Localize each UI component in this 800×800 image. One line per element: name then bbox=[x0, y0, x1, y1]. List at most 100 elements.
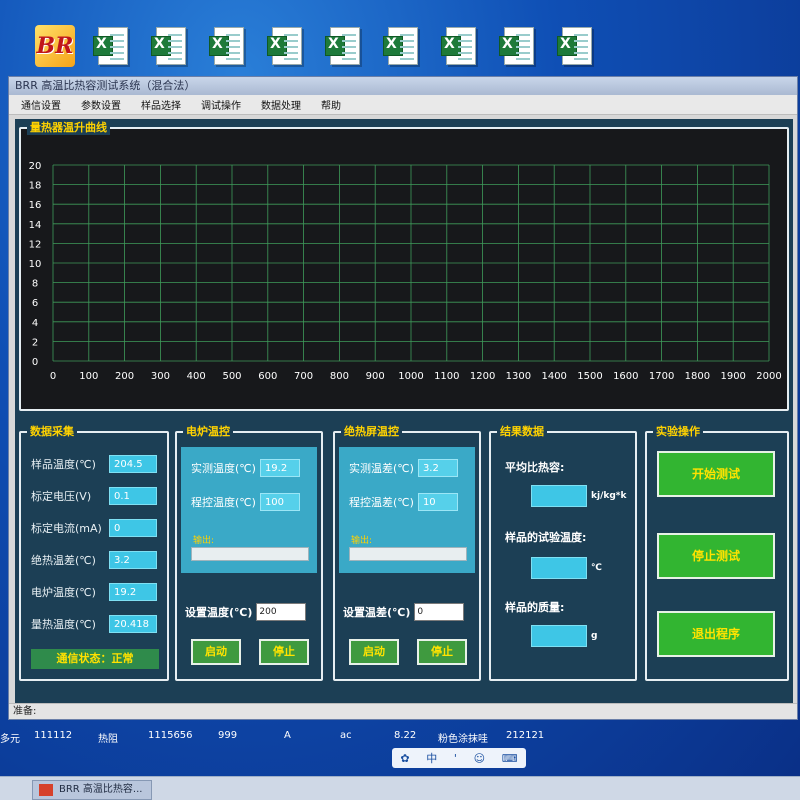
menu-sample-select[interactable]: 样品选择 bbox=[141, 97, 181, 112]
shield-output-label: 输出: bbox=[351, 536, 373, 546]
desk-cell: 111112 bbox=[34, 730, 73, 741]
shield-stop-button[interactable]: 停止 bbox=[417, 639, 467, 665]
brr-logo-icon: BR bbox=[35, 25, 75, 67]
data-value: 3.2 bbox=[109, 551, 157, 569]
ime-chinese-mode[interactable]: 中 bbox=[426, 750, 437, 766]
chart-y-tick-label: 20 bbox=[29, 161, 42, 172]
furnace-start-button[interactable]: 启动 bbox=[191, 639, 241, 665]
avg-specific-heat-unit: kj/kg*k bbox=[591, 491, 627, 501]
furnace-readout: 实测温度(℃) 19.2 程控温度(℃) 100 输出: bbox=[181, 447, 317, 573]
comm-status-badge: 通信状态：正常 bbox=[31, 649, 159, 669]
stop-test-button[interactable]: 停止测试 bbox=[657, 533, 775, 579]
furnace-panel-title: 电炉温控 bbox=[183, 425, 233, 439]
chart-x-tick-label: 1200 bbox=[470, 371, 495, 382]
menu-help[interactable]: 帮助 bbox=[321, 97, 341, 112]
data-row-cal-voltage: 标定电压(V) 0.1 bbox=[31, 487, 157, 505]
data-value: 0 bbox=[109, 519, 157, 537]
start-test-button[interactable]: 开始测试 bbox=[657, 451, 775, 497]
desktop-icon-excel-6[interactable] bbox=[374, 22, 432, 70]
desktop-icon-excel-5[interactable] bbox=[316, 22, 374, 70]
chart-x-tick-label: 1700 bbox=[649, 371, 674, 382]
data-row-cal-current: 标定电流(mA) 0 bbox=[31, 519, 157, 537]
chart-x-tick-label: 1300 bbox=[506, 371, 531, 382]
chart-x-tick-label: 400 bbox=[187, 371, 206, 382]
data-acquisition-panel: 数据采集 样品温度(℃) 204.5 标定电压(V) 0.1 标定电流(mA) … bbox=[19, 425, 169, 681]
desk-cell: ac bbox=[340, 730, 352, 741]
ime-punct-mode[interactable]: ' bbox=[454, 752, 457, 765]
desk-cell: 212121 bbox=[506, 730, 545, 741]
app-window: BRR 高温比热容测试系统（混合法） 通信设置 参数设置 样品选择 调试操作 数… bbox=[8, 76, 798, 720]
avg-specific-heat-value bbox=[531, 485, 587, 507]
shield-start-button[interactable]: 启动 bbox=[349, 639, 399, 665]
desktop: BR BRR 高温比热容测试系统（混合法） 通信设置 参数设置 样品选择 调试操… bbox=[0, 0, 800, 800]
furnace-output-label: 输出: bbox=[193, 536, 215, 546]
shield-measured-value: 3.2 bbox=[417, 459, 458, 477]
data-row-sample-temp: 样品温度(℃) 204.5 bbox=[31, 455, 157, 473]
chart-y-tick-label: 18 bbox=[29, 181, 42, 192]
chart-x-tick-label: 700 bbox=[294, 371, 313, 382]
shield-measured-row: 实测温差(℃) 3.2 bbox=[349, 459, 458, 477]
chart-y-tick-label: 16 bbox=[29, 200, 42, 211]
chart-x-tick-label: 200 bbox=[115, 371, 134, 382]
desktop-icon-brr[interactable]: BR bbox=[26, 22, 84, 70]
furnace-control-panel: 电炉温控 实测温度(℃) 19.2 程控温度(℃) 100 输出: 设置温度(℃… bbox=[175, 425, 323, 681]
data-value: 204.5 bbox=[109, 455, 157, 473]
taskbar: BRR 高温比热容... bbox=[0, 776, 800, 800]
desktop-icon-excel-8[interactable] bbox=[490, 22, 548, 70]
data-panel-title: 数据采集 bbox=[27, 425, 77, 439]
furnace-measured-label: 实测温度(℃) bbox=[191, 462, 256, 475]
menu-comm-settings[interactable]: 通信设置 bbox=[21, 97, 61, 112]
shield-panel-title: 绝热屏温控 bbox=[341, 425, 402, 439]
ime-keyboard-icon[interactable]: ⌨ bbox=[502, 752, 518, 765]
desktop-icon-excel-9[interactable] bbox=[548, 22, 606, 70]
chart-x-tick-label: 1900 bbox=[720, 371, 745, 382]
desktop-icon-excel-3[interactable] bbox=[200, 22, 258, 70]
chart-panel: 量热器温升曲线 0 100 200 300 400 500 600 700 800 900 1000… bbox=[19, 121, 789, 411]
data-label: 标定电压(V) bbox=[31, 490, 92, 503]
chart-y-tick-label: 8 bbox=[32, 279, 38, 290]
ime-emoji-icon[interactable]: ☺ bbox=[474, 752, 485, 765]
furnace-set-input[interactable]: 200 bbox=[256, 603, 307, 621]
data-label: 量热温度(℃) bbox=[31, 618, 96, 631]
desk-cell: 8.22 bbox=[394, 730, 417, 741]
test-temp-label: 样品的试验温度: bbox=[505, 531, 587, 544]
chart-x-tick-label: 0 bbox=[50, 371, 56, 382]
exit-program-button[interactable]: 退出程序 bbox=[657, 611, 775, 657]
taskbar-app-button[interactable]: BRR 高温比热容... bbox=[32, 780, 152, 800]
desktop-icon-excel-7[interactable] bbox=[432, 22, 490, 70]
data-row-furnace-temp: 电炉温度(℃) 19.2 bbox=[31, 583, 157, 601]
desk-cell: 多元 bbox=[0, 734, 20, 745]
shield-readout: 实测温差(℃) 3.2 程控温差(℃) 10 输出: bbox=[339, 447, 475, 573]
furnace-set-row: 设置温度(℃) 200 bbox=[185, 603, 307, 621]
desk-cell: 粉色涂抹哇 bbox=[438, 734, 488, 745]
shield-program-value: 10 bbox=[417, 493, 458, 511]
window-title: BRR 高温比热容测试系统（混合法） bbox=[9, 77, 797, 95]
operations-panel: 实验操作 开始测试 停止测试 退出程序 bbox=[645, 425, 789, 681]
shield-set-input[interactable]: 0 bbox=[414, 603, 465, 621]
ops-panel-title: 实验操作 bbox=[653, 425, 703, 439]
chart-y-tick-label: 6 bbox=[32, 298, 38, 309]
ime-toolbar[interactable]: ✿ 中 ' ☺ ⌨ bbox=[392, 748, 526, 768]
data-label: 样品温度(℃) bbox=[31, 458, 96, 471]
chart-y-tick-label: 14 bbox=[29, 220, 42, 231]
temperature-rise-chart: 0 100 200 300 400 500 600 700 800 900 1000 1100 1200… bbox=[29, 161, 782, 382]
data-label: 绝热温差(℃) bbox=[31, 554, 96, 567]
desk-cell: 热阻 bbox=[98, 734, 118, 745]
menu-data-processing[interactable]: 数据处理 bbox=[261, 97, 301, 112]
chart-x-tick-label: 1800 bbox=[685, 371, 710, 382]
desktop-icon-excel-2[interactable] bbox=[142, 22, 200, 70]
shield-program-row: 程控温差(℃) 10 bbox=[349, 493, 458, 511]
desktop-icon-excel-1[interactable] bbox=[84, 22, 142, 70]
chart-x-tick-label: 500 bbox=[222, 371, 241, 382]
ime-paw-icon[interactable]: ✿ bbox=[400, 752, 409, 765]
result-panel: 结果数据 平均比热容: kj/kg*k 样品的试验温度: ℃ 样品的质量: g bbox=[489, 425, 637, 681]
chart-x-tick-label: 2000 bbox=[756, 371, 781, 382]
desktop-icon-excel-4[interactable] bbox=[258, 22, 316, 70]
chart-x-tick-label: 300 bbox=[151, 371, 170, 382]
desk-cell: 1115656 bbox=[148, 730, 193, 741]
furnace-stop-button[interactable]: 停止 bbox=[259, 639, 309, 665]
chart-x-tick-label: 1600 bbox=[613, 371, 638, 382]
menu-param-settings[interactable]: 参数设置 bbox=[81, 97, 121, 112]
data-label: 电炉温度(℃) bbox=[31, 586, 96, 599]
menu-debug-ops[interactable]: 调试操作 bbox=[201, 97, 241, 112]
